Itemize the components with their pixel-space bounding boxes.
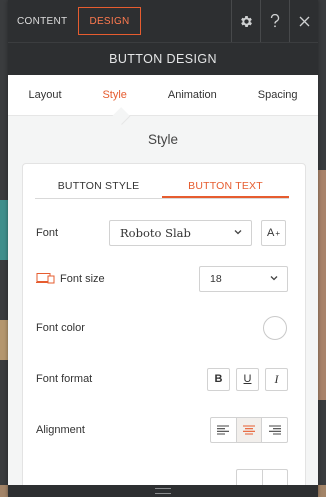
add-font-button[interactable]: A +	[261, 220, 286, 246]
panel-resize-handle[interactable]	[8, 485, 318, 497]
font-size-value: 18	[210, 273, 222, 285]
panel-title: BUTTON DESIGN	[8, 42, 318, 75]
gear-icon	[240, 15, 252, 27]
plus-icon: +	[275, 228, 280, 238]
font-label: Font	[36, 227, 59, 239]
font-size-row: Font size 18	[23, 265, 305, 293]
tab-layout[interactable]: Layout	[24, 89, 65, 101]
chevron-down-icon	[270, 276, 278, 281]
active-tab-pointer	[112, 107, 131, 125]
align-left-icon	[217, 425, 230, 435]
responsive-devices-icon[interactable]	[36, 272, 55, 287]
alignment-button-group	[210, 417, 288, 443]
font-color-picker[interactable]	[263, 316, 287, 340]
align-right-button[interactable]	[262, 418, 287, 442]
section-title: Style	[147, 132, 178, 147]
tab-content[interactable]: CONTENT	[8, 0, 76, 42]
font-format-row: Font format B U I	[23, 365, 305, 393]
font-format-label: Font format	[36, 373, 93, 385]
tab-spacing[interactable]: Spacing	[254, 89, 302, 101]
help-icon[interactable]	[260, 0, 289, 42]
background-image-right	[318, 170, 326, 400]
italic-button[interactable]: I	[265, 367, 288, 391]
settings-gear-icon[interactable]	[231, 0, 260, 42]
font-row: Font Roboto Slab A +	[23, 219, 305, 247]
font-family-value: Roboto Slab	[120, 226, 191, 240]
background-image-left-lower	[0, 320, 8, 360]
align-right-icon	[268, 425, 281, 435]
close-icon[interactable]	[289, 0, 318, 42]
panel-top-bar: CONTENT DESIGN	[8, 0, 318, 42]
align-center-icon	[243, 425, 255, 435]
background-image-left	[0, 200, 8, 260]
font-size-dropdown[interactable]: 18	[199, 266, 288, 292]
alignment-label: Alignment	[36, 424, 85, 436]
font-size-label: Font size	[60, 273, 105, 285]
button-design-panel: CONTENT DESIGN BUTTON DESIGN Layout Styl…	[8, 0, 318, 497]
font-family-dropdown[interactable]: Roboto Slab	[109, 220, 252, 246]
style-card-tabs: BUTTON STYLE BUTTON TEXT	[35, 176, 289, 199]
align-left-button[interactable]	[211, 418, 237, 442]
chevron-down-icon	[234, 230, 242, 235]
bold-button[interactable]: B	[207, 367, 230, 391]
style-settings-card: BUTTON STYLE BUTTON TEXT Font Roboto Sla…	[22, 163, 306, 495]
tab-button-style[interactable]: BUTTON STYLE	[35, 176, 162, 198]
tab-button-text[interactable]: BUTTON TEXT	[162, 176, 289, 198]
drag-handle-icon	[155, 488, 171, 494]
tab-style[interactable]: Style	[98, 89, 130, 101]
font-color-label: Font color	[36, 322, 85, 334]
design-sub-tabs: Layout Style Animation Spacing	[8, 75, 318, 125]
tab-animation[interactable]: Animation	[164, 89, 221, 101]
underline-button[interactable]: U	[236, 367, 259, 391]
align-center-button[interactable]	[236, 418, 263, 442]
alignment-row: Alignment	[23, 416, 305, 444]
font-color-row: Font color	[23, 314, 305, 342]
tab-design[interactable]: DESIGN	[78, 7, 141, 35]
